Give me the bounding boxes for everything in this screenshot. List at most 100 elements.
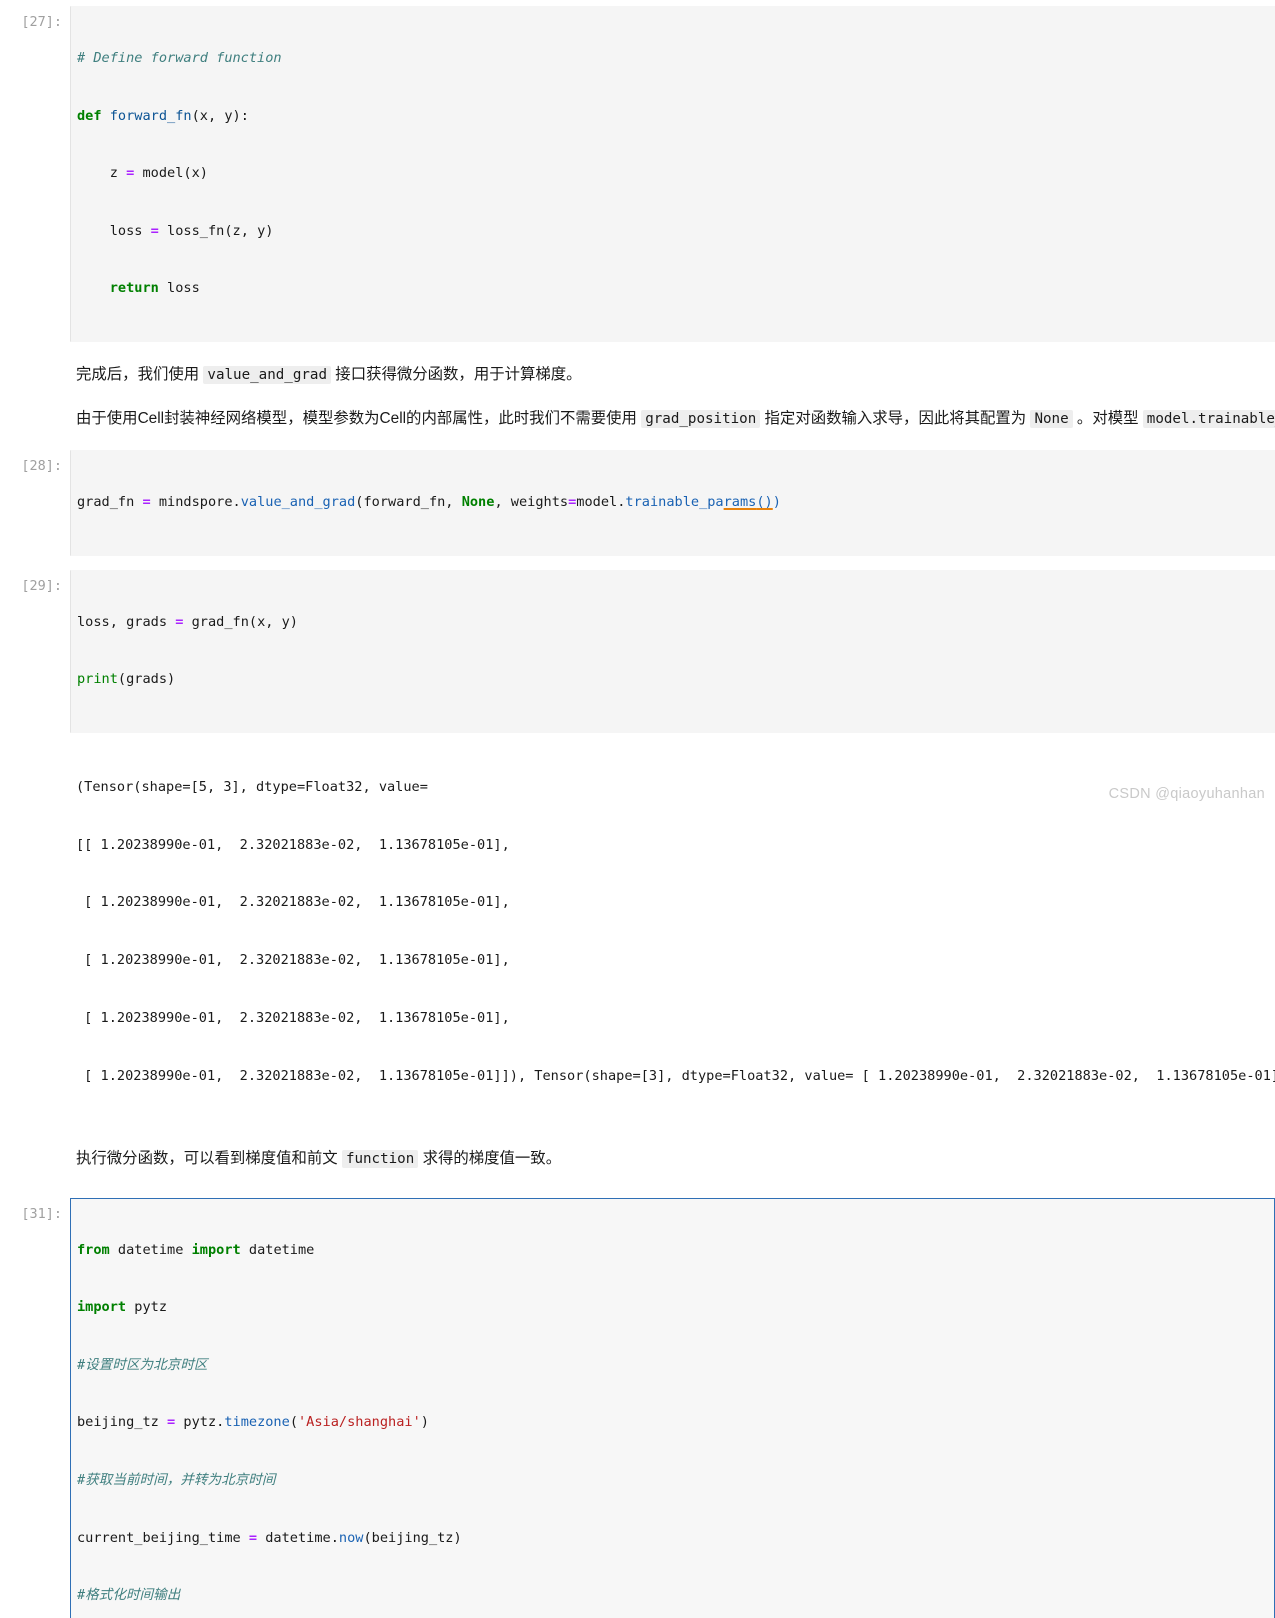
code-text: , weights: [494, 493, 569, 510]
function-name: forward_fn: [109, 107, 192, 124]
code-cell-29[interactable]: [29]: loss, grads = grad_fn(x, y) print(…: [0, 569, 1275, 1130]
markdown-content-2[interactable]: 执行微分函数，可以看到梯度值和前文 function 求得的梯度值一致。: [70, 1136, 1275, 1180]
output-line: [ 1.20238990e-01, 2.32021883e-02, 1.1367…: [76, 952, 510, 969]
keyword-import: import: [77, 1299, 127, 1316]
csdn-watermark: CSDN @qiaoyuhanhan: [1108, 786, 1265, 802]
text-segment: 求得的梯度值一致。: [422, 1149, 562, 1167]
code-cell-27[interactable]: [27]: # Define forward function def forw…: [0, 6, 1275, 342]
code-text: loss: [158, 280, 200, 297]
text-segment: 执行微分函数，可以看到梯度值和前文: [76, 1149, 338, 1167]
code-editor-31[interactable]: from datetime import datetime import pyt…: [70, 1197, 1275, 1618]
code-line: #格式化时间输出: [77, 1585, 1270, 1607]
output-line: [ 1.20238990e-01, 2.32021883e-02, 1.1367…: [76, 1009, 510, 1026]
code-text: loss_fn(z, y): [158, 222, 274, 239]
code-text: datetime.: [257, 1529, 339, 1546]
cell-body-29: loss, grads = grad_fn(x, y) print(grads)…: [70, 569, 1275, 1130]
code-comment: # Define forward function: [77, 50, 282, 66]
code-text: loss: [77, 222, 151, 239]
code-line: from datetime import datetime: [77, 1240, 1270, 1262]
markdown-paragraph: 由于使用Cell封装神经网络模型，模型参数为Cell的内部属性，此时我们不需要使…: [76, 404, 1275, 434]
code-line: #获取当前时间，并转为北京时间: [77, 1470, 1270, 1492]
code-editor-29[interactable]: loss, grads = grad_fn(x, y) print(grads): [70, 569, 1275, 733]
cell-body-31: from datetime import datetime import pyt…: [70, 1197, 1275, 1618]
code-text: model.: [576, 493, 626, 510]
code-text: current_beijing_time: [77, 1529, 249, 1546]
code-line: loss, grads = grad_fn(x, y): [77, 612, 1270, 634]
keyword-import: import: [191, 1241, 241, 1258]
code-text: (beijing_tz): [363, 1529, 462, 1546]
cell-prompt-31: [31]:: [21, 1205, 62, 1222]
code-cell-28[interactable]: [28]: grad_fn = mindspore.value_and_grad…: [0, 449, 1275, 556]
code-text: grad_fn: [77, 493, 143, 510]
code-comment: #获取当前时间，并转为北京时间: [77, 1471, 276, 1488]
code-text: grad_fn(x, y): [183, 613, 298, 630]
code-text: mindspore.: [150, 493, 241, 510]
operator: =: [167, 1414, 176, 1431]
markdown-cell-1[interactable]: 完成后，我们使用 value_and_grad 接口获得微分函数，用于计算梯度。…: [0, 352, 1275, 440]
operator: =: [142, 493, 151, 510]
inline-code: None: [1030, 409, 1073, 428]
code-line: print(grads): [77, 669, 1270, 691]
code-line: grad_fn = mindspore.value_and_grad(forwa…: [77, 492, 1270, 514]
code-line: current_beijing_time = datetime.now(beij…: [77, 1528, 1270, 1550]
code-text: pytz.: [175, 1414, 225, 1431]
text-segment: 由于使用Cell封装神经网络模型，模型参数为Cell的内部属性，此时我们不需要使…: [76, 409, 637, 427]
code-line: def forward_fn(x, y):: [77, 106, 1270, 128]
operator: =: [150, 222, 159, 239]
inline-code: model.trainable_params(): [1142, 409, 1275, 428]
keyword-def: def: [77, 107, 102, 124]
code-cell-31[interactable]: [31]: from datetime import datetime impo…: [0, 1197, 1275, 1618]
cell-body-27: # Define forward function def forward_fn…: [70, 6, 1275, 342]
output-line: [ 1.20238990e-01, 2.32021883e-02, 1.1367…: [76, 1067, 1275, 1084]
code-text: ): [772, 493, 781, 510]
text-segment: 。对模型: [1076, 409, 1139, 427]
output-line: [ 1.20238990e-01, 2.32021883e-02, 1.1367…: [76, 894, 510, 911]
markdown-paragraph: 完成后，我们使用 value_and_grad 接口获得微分函数，用于计算梯度。: [76, 360, 1271, 390]
code-text: (grads): [117, 671, 176, 688]
code-line: beijing_tz = pytz.timezone('Asia/shangha…: [77, 1412, 1270, 1434]
keyword-none: None: [461, 493, 495, 510]
output-line: [[ 1.20238990e-01, 2.32021883e-02, 1.136…: [76, 836, 510, 853]
code-text: z: [77, 165, 127, 182]
code-line: # Define forward function: [77, 48, 1270, 70]
operator: =: [248, 1529, 258, 1546]
code-text: (: [289, 1414, 298, 1431]
code-text: ): [420, 1414, 429, 1431]
markdown-cell-2[interactable]: 执行微分函数，可以看到梯度值和前文 function 求得的梯度值一致。: [0, 1136, 1275, 1180]
inline-code: grad_position: [641, 409, 761, 428]
code-text: model(x): [134, 165, 208, 182]
output-line: (Tensor(shape=[5, 3], dtype=Float32, val…: [76, 778, 428, 795]
builtin-print: print: [77, 671, 118, 688]
inline-code: value_and_grad: [203, 365, 332, 384]
attribute-name: trainable_pa: [625, 493, 724, 510]
code-text: datetime: [240, 1241, 315, 1258]
code-comment: #格式化时间输出: [77, 1587, 181, 1604]
attribute-name: value_and_grad: [240, 493, 356, 510]
code-text: loss, grads: [77, 613, 176, 630]
text-segment: 指定对函数输入求导，因此将其配置为: [764, 409, 1027, 427]
code-line: import pytz: [77, 1297, 1270, 1319]
code-text: datetime: [109, 1241, 192, 1258]
attribute-name: now: [338, 1529, 364, 1546]
cell-prompt-29: [29]:: [21, 577, 62, 594]
string-literal: 'Asia/shanghai': [298, 1414, 421, 1431]
cell-body-markdown-2: 执行微分函数，可以看到梯度值和前文 function 求得的梯度值一致。: [70, 1136, 1275, 1180]
markdown-content-1[interactable]: 完成后，我们使用 value_and_grad 接口获得微分函数，用于计算梯度。…: [70, 352, 1275, 440]
code-text: (): [756, 493, 773, 510]
code-text: beijing_tz: [77, 1414, 168, 1431]
code-line: z = model(x): [77, 163, 1270, 185]
code-text: pytz: [126, 1299, 168, 1316]
code-editor-27[interactable]: # Define forward function def forward_fn…: [70, 6, 1275, 342]
code-line: #设置时区为北京时区: [77, 1355, 1270, 1377]
text-segment: 完成后，我们使用: [76, 365, 200, 383]
notebook-container: [27]: # Define forward function def forw…: [0, 0, 1275, 1618]
text-segment: 接口获得微分函数，用于计算梯度。: [335, 365, 582, 383]
inline-code: function: [341, 1149, 419, 1168]
code-text: (forward_fn,: [355, 493, 462, 510]
code-editor-28[interactable]: grad_fn = mindspore.value_and_grad(forwa…: [70, 449, 1275, 556]
keyword-return: return: [77, 280, 159, 297]
cell-output-29: (Tensor(shape=[5, 3], dtype=Float32, val…: [70, 733, 1275, 1130]
